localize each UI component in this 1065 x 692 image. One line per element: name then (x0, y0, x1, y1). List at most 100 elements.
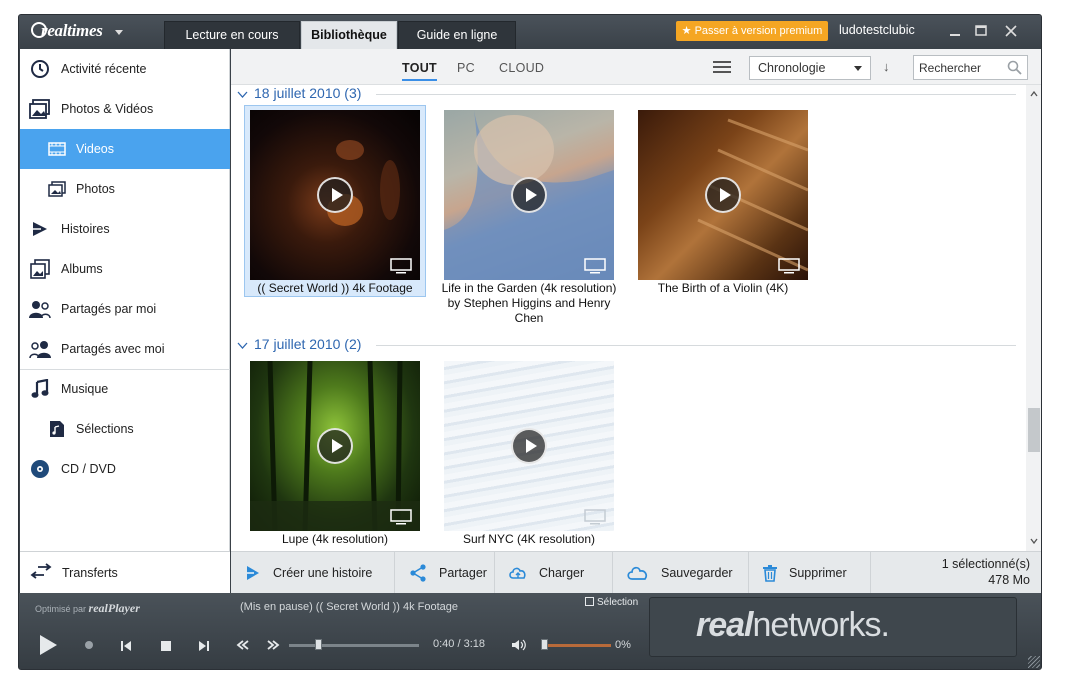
video-thumbnail (638, 110, 808, 280)
chevron-down-icon (854, 66, 862, 71)
sort-select-value: Chronologie (758, 61, 826, 75)
sidebar-item-activite-recente[interactable]: Activité récente (20, 49, 230, 89)
sidebar-item-transferts[interactable]: Transferts (20, 551, 230, 593)
filter-pc[interactable]: PC (457, 61, 475, 75)
story-icon (245, 565, 261, 581)
play-icon[interactable] (705, 177, 741, 213)
filter-tout[interactable]: TOUT (402, 61, 437, 81)
play-icon[interactable] (317, 428, 353, 464)
selection-info: 1 sélectionné(s) 478 Mo (942, 556, 1030, 588)
video-thumbnail (250, 110, 420, 280)
cloud-icon (627, 565, 649, 581)
group-header[interactable]: 17 juillet 2010 (2) (237, 336, 361, 352)
video-thumbnail (444, 110, 614, 280)
scroll-up-icon[interactable] (1030, 89, 1038, 100)
rewind-icon[interactable] (235, 638, 251, 652)
sidebar-item-histoires[interactable]: Histoires (20, 209, 230, 249)
sort-direction-arrow-icon[interactable]: ↓ (883, 59, 890, 74)
sidebar-item-selections[interactable]: Sélections (20, 409, 230, 449)
title-bar: realtimes Lecture en cours Bibliothèque … (19, 15, 1041, 49)
seek-bar[interactable] (289, 644, 419, 647)
search-input[interactable] (914, 56, 1002, 79)
logo-menu-caret-icon[interactable] (115, 30, 123, 35)
video-title: Life in the Garden (4k resolution) by St… (441, 281, 617, 325)
scroll-down-icon[interactable] (1030, 536, 1038, 547)
pc-device-icon (390, 258, 412, 274)
seek-handle[interactable] (315, 639, 322, 650)
playlist-label: Sélection (597, 597, 639, 608)
sidebar-item-cd-dvd[interactable]: CD / DVD (20, 449, 230, 489)
sidebar-item-musique[interactable]: Musique (20, 369, 230, 409)
sidebar-item-albums[interactable]: Albums (20, 249, 230, 289)
play-icon[interactable] (317, 177, 353, 213)
play-icon[interactable] (511, 428, 547, 464)
save-button[interactable]: Sauvegarder (613, 552, 749, 594)
transfers-label: Transferts (62, 565, 118, 580)
stop-icon[interactable] (159, 639, 173, 653)
record-icon[interactable] (83, 639, 95, 651)
play-icon[interactable] (511, 177, 547, 213)
volume-fill (545, 644, 611, 647)
playlist-toggle[interactable]: Sélection (585, 597, 638, 608)
search-icon[interactable] (1007, 60, 1022, 78)
delete-button[interactable]: Supprimer (749, 552, 871, 594)
sidebar-item-label: Photos & Vidéos (61, 102, 154, 116)
app-window: realtimes Lecture en cours Bibliothèque … (18, 14, 1042, 670)
video-title: The Birth of a Violin (4K) (657, 281, 789, 295)
play-button[interactable] (37, 633, 59, 657)
filter-cloud[interactable]: CLOUD (499, 61, 544, 75)
next-icon[interactable] (197, 639, 211, 653)
upload-button[interactable]: Charger (495, 552, 613, 594)
sidebar-item-label: Activité récente (61, 62, 147, 76)
realplayer-logo: realPlayer (88, 601, 140, 615)
brand-rest: networks. (752, 606, 890, 644)
group-title: 17 juillet 2010 (2) (254, 336, 362, 352)
sidebar-item-label: Sélections (76, 422, 134, 436)
disc-icon (29, 458, 51, 480)
close-icon[interactable] (999, 21, 1023, 41)
share-label: Partager (439, 566, 487, 580)
group-divider (376, 94, 1016, 95)
sort-select[interactable]: Chronologie (749, 56, 871, 80)
cloud-upload-icon (509, 566, 527, 580)
playlist-icon (585, 597, 594, 606)
realtimes-logo[interactable]: realtimes (31, 21, 103, 41)
sidebar-item-partages-avec-moi[interactable]: Partagés avec moi (20, 329, 230, 369)
now-playing-text: (Mis en pause) (( Secret World )) 4k Foo… (240, 601, 459, 613)
resize-grip[interactable] (1028, 656, 1040, 668)
volume-handle[interactable] (541, 639, 548, 650)
vertical-scrollbar[interactable] (1026, 85, 1041, 551)
group-divider (376, 345, 1016, 346)
video-tile[interactable]: (( Secret World )) 4k Footage (244, 105, 426, 297)
search-box (913, 55, 1028, 80)
trash-icon (763, 564, 777, 582)
video-tile[interactable]: Lupe (4k resolution) (245, 357, 425, 547)
video-tile[interactable]: Life in the Garden (4k resolution) by St… (439, 106, 619, 326)
volume-icon[interactable] (511, 638, 527, 652)
share-button[interactable]: Partager (395, 552, 495, 594)
tab-lecture-en-cours[interactable]: Lecture en cours (164, 21, 300, 49)
create-story-button[interactable]: Créer une histoire (231, 552, 395, 594)
tab-guide-en-ligne[interactable]: Guide en ligne (398, 21, 516, 49)
video-thumbnail (250, 361, 420, 531)
sidebar-item-partages-par-moi[interactable]: Partagés par moi (20, 289, 230, 329)
video-tile[interactable]: The Birth of a Violin (4K) (633, 106, 813, 296)
minimize-icon[interactable] (943, 21, 967, 41)
previous-icon[interactable] (119, 639, 133, 653)
sidebar-item-photos[interactable]: Photos (20, 169, 230, 209)
premium-upgrade-button[interactable]: ★ Passer à version premium (676, 21, 828, 41)
scroll-thumb[interactable] (1028, 408, 1040, 452)
fast-forward-icon[interactable] (265, 638, 281, 652)
sidebar-item-videos[interactable]: Videos (20, 129, 230, 169)
sidebar-item-photos-videos[interactable]: Photos & Vidéos (20, 89, 230, 129)
music-icon (29, 378, 51, 400)
tab-bibliotheque[interactable]: Bibliothèque (301, 21, 397, 49)
media-grid: 18 juillet 2010 (3) (( Secret World )) 4… (231, 85, 1026, 551)
maximize-icon[interactable] (969, 21, 993, 41)
chevron-down-icon (237, 336, 248, 352)
username-label[interactable]: ludotestclubic (839, 23, 915, 37)
video-tile[interactable]: Surf NYC (4K resolution) (439, 357, 619, 547)
brand-bold: real (696, 606, 753, 644)
group-header[interactable]: 18 juillet 2010 (3) (237, 85, 361, 101)
list-view-icon[interactable] (713, 61, 731, 75)
